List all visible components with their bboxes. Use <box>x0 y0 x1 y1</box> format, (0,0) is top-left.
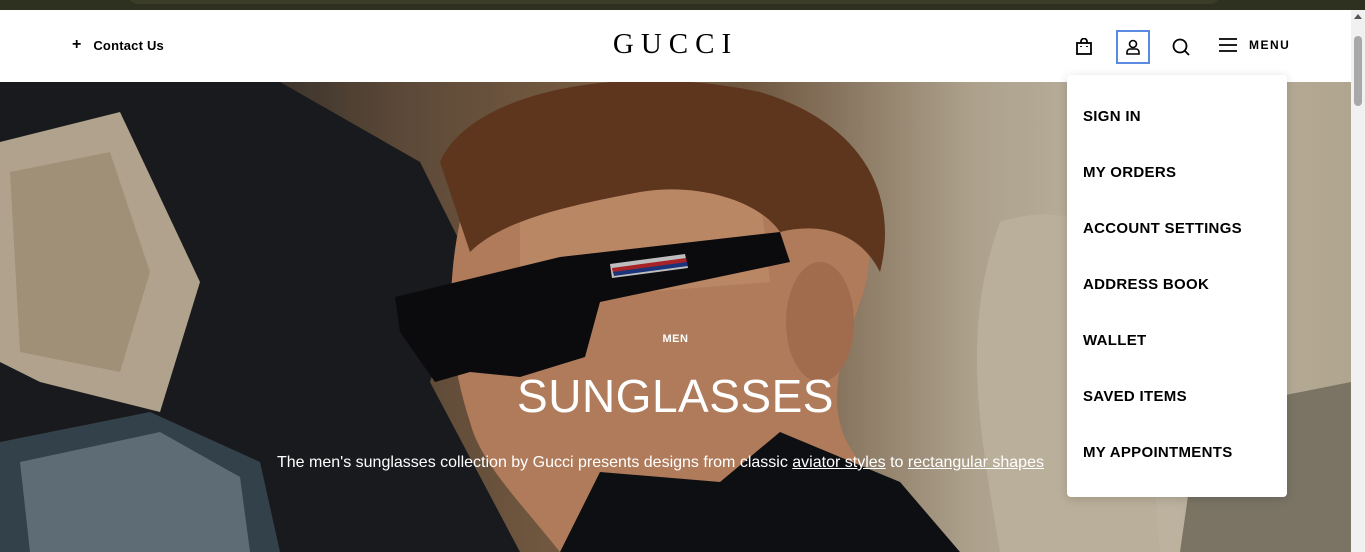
shopping-bag-button[interactable] <box>1067 30 1101 64</box>
search-button[interactable] <box>1164 30 1198 64</box>
scroll-up-arrow-icon[interactable] <box>1354 14 1362 19</box>
menu-item-wallet[interactable]: WALLET <box>1083 332 1146 349</box>
browser-top-strip <box>0 0 1365 10</box>
shopping-bag-icon <box>1076 38 1092 55</box>
hero-description: The men's sunglasses collection by Gucci… <box>277 454 1044 472</box>
menu-item-account-settings[interactable]: ACCOUNT SETTINGS <box>1083 220 1242 237</box>
menu-button[interactable]: MENU <box>1218 37 1290 53</box>
description-prefix: The men's sunglasses collection by Gucci… <box>277 454 793 471</box>
page-scrollbar[interactable] <box>1351 10 1365 552</box>
search-icon <box>1172 38 1190 56</box>
description-middle: to <box>885 454 908 471</box>
menu-label: MENU <box>1249 38 1291 52</box>
menu-item-my-orders[interactable]: MY ORDERS <box>1083 164 1176 181</box>
account-dropdown-menu: SIGN IN MY ORDERS ACCOUNT SETTINGS ADDRE… <box>1067 75 1287 497</box>
account-button[interactable] <box>1116 30 1150 64</box>
menu-item-saved-items[interactable]: SAVED ITEMS <box>1083 388 1187 405</box>
menu-item-my-appointments[interactable]: MY APPOINTMENTS <box>1083 444 1233 461</box>
aviator-styles-link[interactable]: aviator styles <box>792 454 885 471</box>
scrollbar-thumb[interactable] <box>1354 36 1362 106</box>
site-header: + Contact Us GUCCI MENU <box>0 10 1351 82</box>
rectangular-shapes-link[interactable]: rectangular shapes <box>908 454 1044 471</box>
menu-item-sign-in[interactable]: SIGN IN <box>1083 108 1141 125</box>
user-icon <box>1126 39 1140 55</box>
hamburger-icon <box>1219 38 1237 52</box>
menu-item-address-book[interactable]: ADDRESS BOOK <box>1083 276 1209 293</box>
top-strip-pill <box>128 0 1220 4</box>
